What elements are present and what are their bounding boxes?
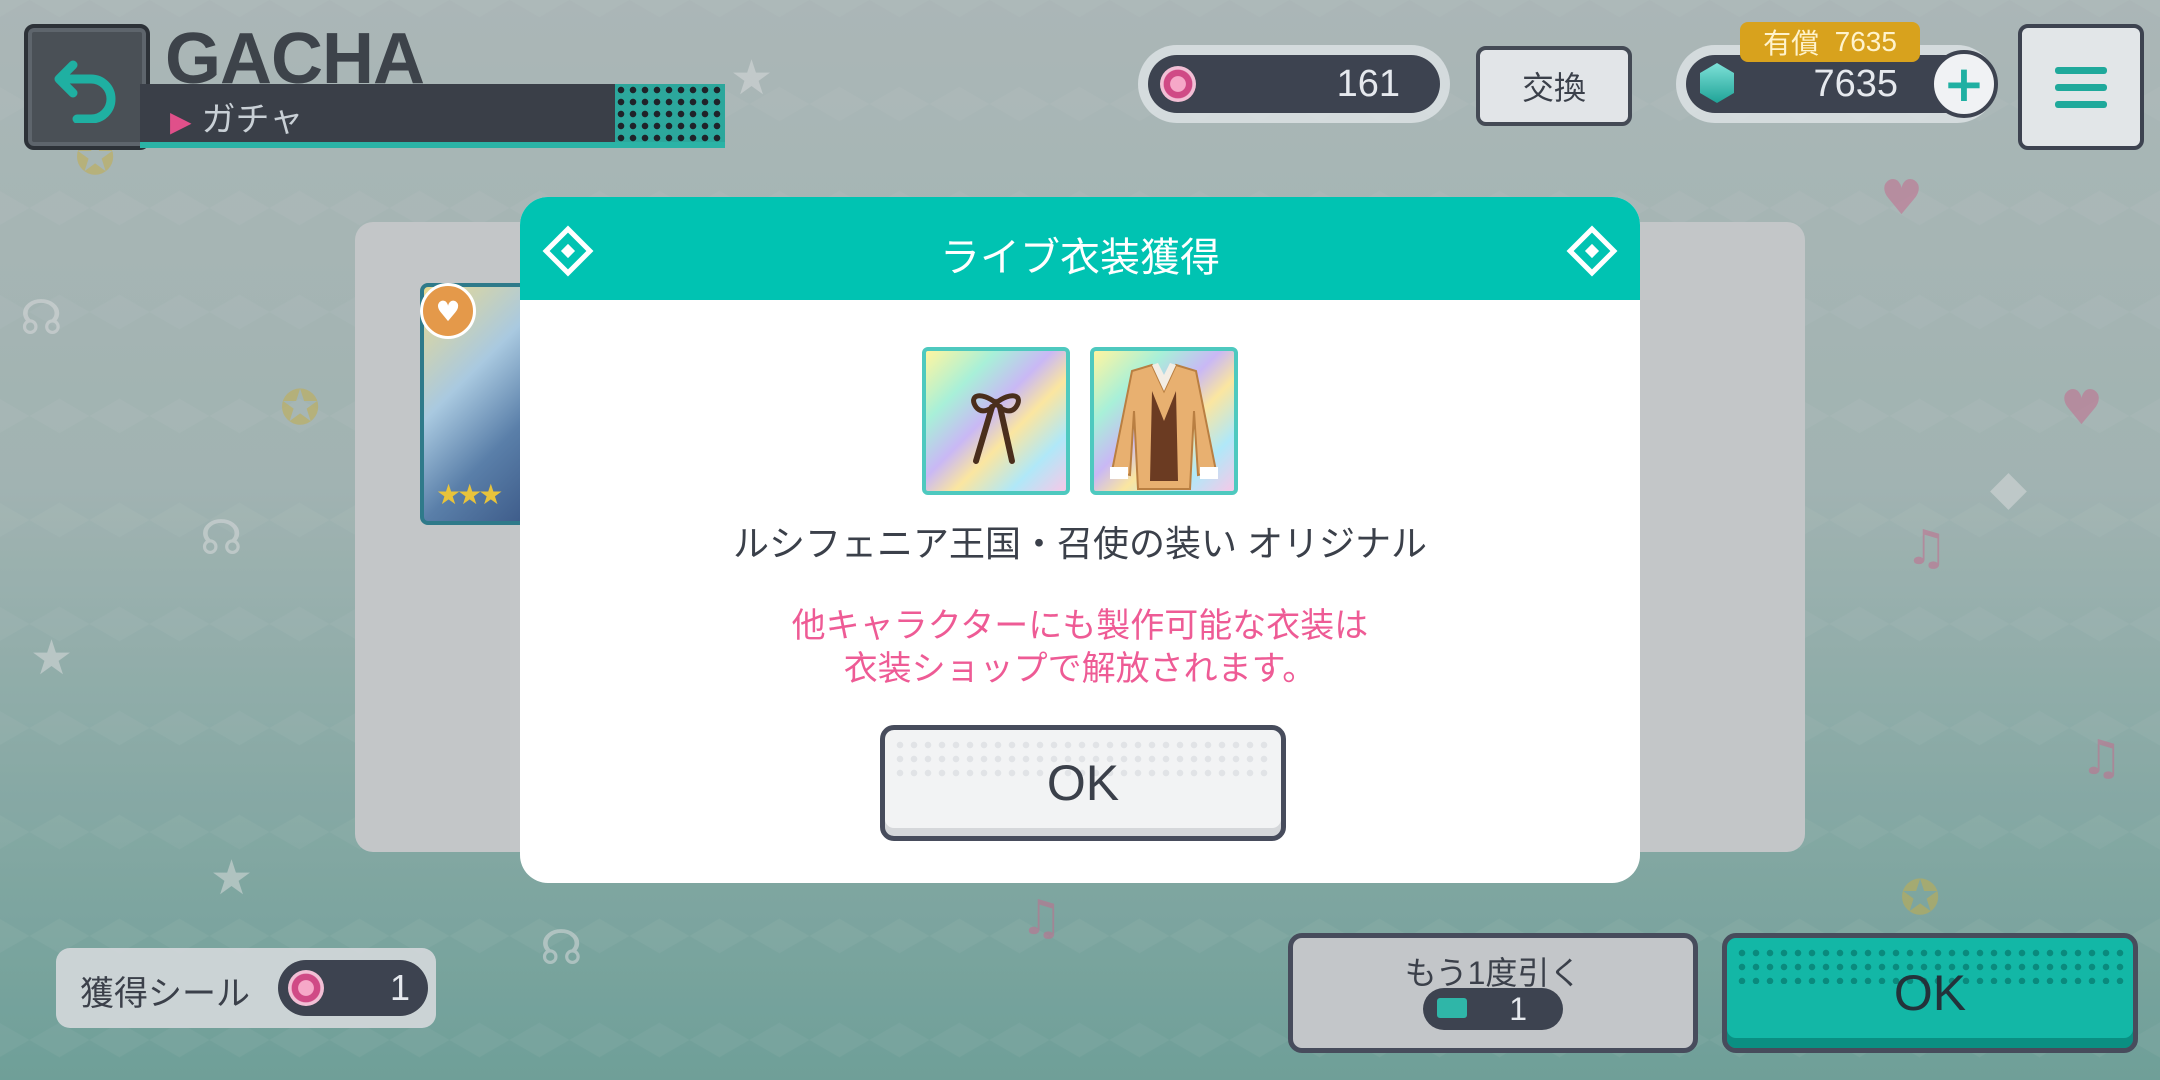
dialog-title: ライブ衣装獲得	[940, 236, 1220, 280]
seal-coin-icon	[288, 970, 324, 1006]
rarity-stars: ★★★	[436, 478, 503, 511]
exchange-button[interactable]: 交換	[1476, 46, 1632, 126]
paid-gem-badge: 有償 7635	[1740, 22, 1920, 62]
costume-acquired-dialog: ライブ衣装獲得 ルシフェニア王国・召使の装い オリジナル 他キャラクターにも製作…	[520, 197, 1640, 883]
page-title: GACHA	[165, 19, 425, 99]
ok-label: OK	[1893, 965, 1967, 1021]
notice-line-2: 衣装ショップで解放されます。	[843, 650, 1317, 688]
outfit-name: ルシフェニア王国・召使の装い オリジナル	[732, 523, 1427, 564]
seal-currency-pill: 161	[1148, 55, 1440, 113]
dialog-header: ライブ衣装獲得	[520, 197, 1640, 300]
subtitle-label: ガチャ	[201, 101, 304, 139]
draw-again-button[interactable]: もう1度引く 1	[1288, 933, 1698, 1053]
dialog-ok-label: OK	[1046, 755, 1120, 811]
gem-count: 7635	[1813, 63, 1898, 105]
ticket-icon	[1437, 998, 1467, 1018]
acquired-seal-box: 獲得シール 1	[56, 948, 436, 1028]
ribbon-item-thumbnail	[922, 347, 1070, 495]
jacket-item-icon	[1110, 363, 1218, 490]
ticket-pill: 1	[1423, 988, 1563, 1030]
notice-text: 他キャラクターにも製作可能な衣装は 衣装ショップで解放されます。	[520, 605, 1640, 691]
notice-line-1: 他キャラクターにも製作可能な衣装は	[791, 607, 1369, 645]
dialog-ok-button[interactable]: OK	[880, 725, 1286, 841]
paid-value: 7635	[1834, 26, 1897, 57]
acquired-seal-count: 1	[389, 967, 410, 1008]
back-button[interactable]	[24, 24, 150, 150]
heart-icon: ♥	[420, 283, 476, 339]
gem-icon	[1700, 63, 1734, 103]
seal-count: 161	[1336, 63, 1400, 105]
paid-label: 有償	[1763, 28, 1820, 59]
acquired-seal-pill: 1	[278, 960, 428, 1016]
ok-button[interactable]: OK	[1722, 933, 2138, 1053]
back-arrow-icon	[54, 60, 116, 123]
add-gem-button[interactable]: +	[1930, 50, 1998, 118]
acquired-seal-label: 獲得シール	[80, 975, 250, 1013]
seal-coin-icon	[1160, 66, 1196, 102]
dots-decoration	[615, 84, 725, 142]
play-triangle-icon: ▶	[170, 106, 192, 137]
menu-icon	[2055, 66, 2107, 74]
jacket-item-thumbnail	[1090, 347, 1238, 495]
ribbon-item-icon	[971, 393, 1021, 464]
menu-button[interactable]	[2018, 24, 2144, 150]
ticket-count: 1	[1509, 991, 1527, 1027]
